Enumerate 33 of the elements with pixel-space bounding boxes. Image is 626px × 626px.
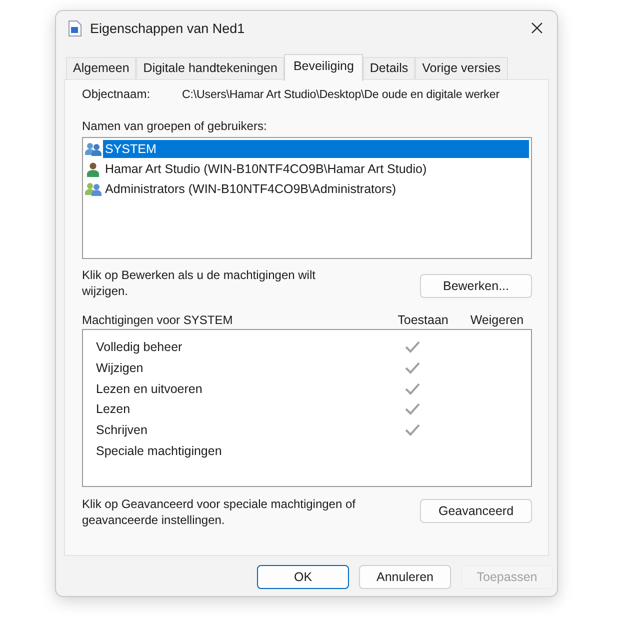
column-header: Weigeren: [469, 313, 525, 327]
tab[interactable]: Digitale handtekeningen: [136, 57, 284, 79]
users-icon: [85, 182, 102, 196]
dialog-button[interactable]: Annuleren: [359, 565, 451, 589]
file-icon: [68, 20, 82, 36]
list-item[interactable]: Administrators (WIN-B10NTF4CO9B\Administrators): [103, 180, 398, 198]
tab[interactable]: Details: [362, 57, 416, 79]
users-icon: [85, 142, 102, 156]
close-icon[interactable]: [531, 22, 543, 34]
tab[interactable]: Beveiliging: [284, 54, 363, 81]
hint-text: Klik op Geavanceerd voor speciale machtigingen of geavanceerde instellingen.: [82, 496, 356, 528]
permission-name: Lezen en uitvoeren: [96, 382, 204, 396]
section-label: Namen van groepen of gebruikers:: [82, 119, 268, 133]
advanced-button[interactable]: Geavanceerd: [420, 499, 532, 523]
window-title: Eigenschappen van Ned1: [90, 20, 246, 36]
tab[interactable]: Vorige versies: [415, 57, 508, 79]
field-label: Objectnaam:: [82, 87, 152, 101]
user-icon: [85, 162, 102, 176]
section-label: Machtigingen voor SYSTEM: [82, 313, 234, 327]
tab[interactable]: Algemeen: [66, 57, 136, 79]
dialog-button[interactable]: OK: [257, 565, 349, 589]
object-path: C:\Users\Hamar Art Studio\Desktop\De oude en digitale werker: [182, 88, 500, 100]
permission-name: Speciale machtigingen: [96, 444, 223, 458]
hint-text: Klik op Bewerken als u de machtigingen wilt wijzigen.: [82, 267, 316, 299]
permission-name: Wijzigen: [96, 361, 144, 376]
permission-name: Schrijven: [96, 423, 148, 438]
user-list[interactable]: SYSTEM Hamar Art Studio (WIN-B10NTF4CO9B\Hamar Art Studio) Administrators (WIN-B10NTF4CO9B\Administrators): [82, 137, 532, 259]
edit-button[interactable]: Bewerken...: [420, 274, 532, 298]
list-item[interactable]: SYSTEM: [103, 140, 529, 158]
permission-name: Lezen: [96, 402, 132, 416]
permission-name: Volledig beheer: [96, 340, 184, 354]
column-header: Toestaan: [396, 313, 450, 327]
list-item[interactable]: Hamar Art Studio (WIN-B10NTF4CO9B\Hamar Art Studio): [103, 160, 429, 178]
